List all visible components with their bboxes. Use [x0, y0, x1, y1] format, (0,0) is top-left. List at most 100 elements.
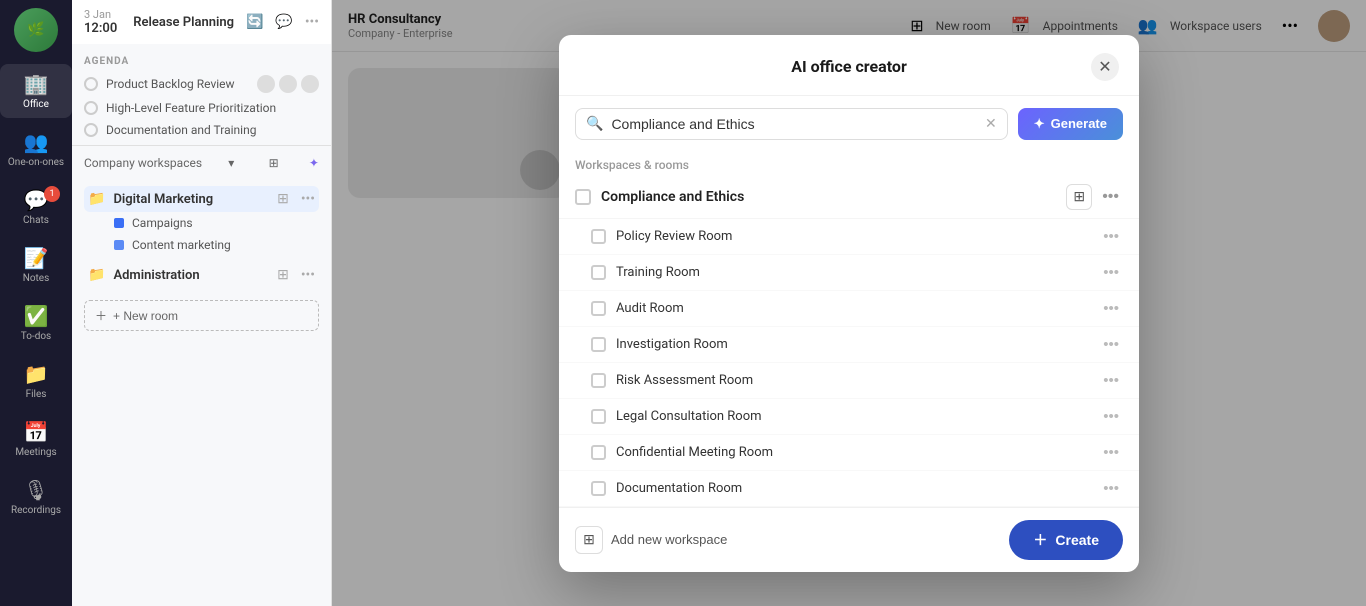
meeting-info: 3 Jan 12:00 Release Planning 🔄 💬 •••: [72, 0, 331, 44]
chat-icon[interactable]: 💬: [275, 14, 292, 30]
room-more-2[interactable]: •••: [1099, 298, 1123, 319]
create-button[interactable]: ＋ Create: [1009, 520, 1123, 560]
agenda-item-2: High-Level Feature Prioritization: [84, 97, 319, 119]
modal-ai-office-creator: AI office creator ✕ 🔍 ✕ ✦ Generate: [559, 35, 1139, 572]
sidebar-item-notes[interactable]: 📝 Notes: [0, 238, 72, 292]
room-label-content-marketing: Content marketing: [132, 238, 231, 252]
meetings-icon: 📅: [24, 420, 49, 444]
room-more-7[interactable]: •••: [1099, 478, 1123, 499]
workspace-item-digital-marketing[interactable]: 📁 Digital Marketing ⊞ •••: [84, 186, 319, 212]
room-more-3[interactable]: •••: [1099, 334, 1123, 355]
create-label: Create: [1055, 532, 1099, 548]
workspace-more-button[interactable]: •••: [1098, 186, 1123, 208]
workspace-item-administration[interactable]: 📁 Administration ⊞ •••: [84, 262, 319, 288]
agenda-item-3: Documentation and Training: [84, 119, 319, 141]
workspace-actions: ⊞ •••: [1066, 184, 1123, 210]
room-row-6: Confidential Meeting Room •••: [559, 435, 1139, 471]
room-name-4: Risk Assessment Room: [616, 373, 753, 388]
room-checkbox-7[interactable]: [591, 481, 606, 496]
sidebar-item-one-on-ones[interactable]: 👥 One-on-ones: [0, 122, 72, 176]
room-item-campaigns[interactable]: Campaigns: [84, 212, 319, 234]
meeting-time: 12:00: [84, 21, 117, 36]
search-input[interactable]: [611, 116, 977, 132]
workspace-header-label: Company workspaces: [84, 156, 202, 170]
workspace-more-icon[interactable]: •••: [301, 191, 315, 207]
modal-header: AI office creator ✕: [559, 35, 1139, 96]
sidebar-item-chats-label: Chats: [23, 215, 49, 226]
notes-icon: 📝: [24, 246, 49, 270]
add-room-icon[interactable]: ⊞: [277, 191, 289, 207]
new-room-plus-icon: ＋: [95, 307, 107, 324]
room-name-5: Legal Consultation Room: [616, 409, 762, 424]
folder-icon: 📁: [88, 191, 105, 207]
more-icon[interactable]: •••: [305, 14, 319, 30]
room-checkbox-2[interactable]: [591, 301, 606, 316]
close-icon: ✕: [1098, 57, 1111, 77]
modal-backdrop[interactable]: AI office creator ✕ 🔍 ✕ ✦ Generate: [332, 0, 1366, 606]
room-checkbox-6[interactable]: [591, 445, 606, 460]
sidebar-item-to-dos[interactable]: ✅ To-dos: [0, 296, 72, 350]
icon-sidebar: 🌿 🏢 Office 👥 One-on-ones 1 💬 Chats 📝 Not…: [0, 0, 72, 606]
agenda-item-2-label: High-Level Feature Prioritization: [106, 101, 276, 115]
room-checkbox-4[interactable]: [591, 373, 606, 388]
search-icon: 🔍: [586, 116, 603, 132]
room-more-4[interactable]: •••: [1099, 370, 1123, 391]
room-more-6[interactable]: •••: [1099, 442, 1123, 463]
sidebar-item-files-label: Files: [26, 389, 47, 400]
room-checkbox-0[interactable]: [591, 229, 606, 244]
new-room-button[interactable]: ＋ + New room: [84, 300, 319, 331]
sidebar-item-chats[interactable]: 1 💬 Chats: [0, 180, 72, 234]
sidebar-item-office[interactable]: 🏢 Office: [0, 64, 72, 118]
room-row-0: Policy Review Room •••: [559, 219, 1139, 255]
workspace-row-left: Compliance and Ethics: [575, 189, 744, 205]
recordings-icon: 🎙: [23, 478, 48, 502]
sidebar-item-recordings[interactable]: 🎙 Recordings: [0, 470, 72, 524]
workspace-label-digital-marketing: Digital Marketing: [113, 192, 269, 207]
room-checkbox-1[interactable]: [591, 265, 606, 280]
room-checkbox-5[interactable]: [591, 409, 606, 424]
room-row-3: Investigation Room •••: [559, 327, 1139, 363]
chats-badge: 1: [44, 186, 60, 202]
room-name-6: Confidential Meeting Room: [616, 445, 773, 460]
add-workspace-button[interactable]: ⊞ Add new workspace: [575, 526, 727, 554]
add-room-icon-admin[interactable]: ⊞: [277, 267, 289, 283]
agenda-section: AGENDA Product Backlog Review High-Level…: [72, 44, 331, 145]
sidebar-item-office-label: Office: [23, 99, 49, 110]
office-icon: 🏢: [24, 72, 49, 96]
sidebar-item-files[interactable]: 📁 Files: [0, 354, 72, 408]
room-more-0[interactable]: •••: [1099, 226, 1123, 247]
ai-icon[interactable]: ✦: [309, 156, 319, 170]
workspace-header: Company workspaces ▾ ⊞ ✦: [72, 145, 331, 180]
refresh-icon[interactable]: 🔄: [246, 14, 263, 30]
room-row-1: Training Room •••: [559, 255, 1139, 291]
workspace-checkbox[interactable]: [575, 189, 591, 205]
room-name-2: Audit Room: [616, 301, 684, 316]
workspace-dropdown-icon[interactable]: ▾: [228, 156, 234, 170]
workspace-name: Compliance and Ethics: [601, 189, 744, 205]
logo: 🌿: [14, 8, 58, 52]
add-workspace-icon-box: ⊞: [575, 526, 603, 554]
sidebar-item-one-on-ones-label: One-on-ones: [8, 157, 64, 168]
workspace-main-row: Compliance and Ethics ⊞ •••: [559, 176, 1139, 219]
search-clear-icon[interactable]: ✕: [985, 116, 997, 132]
room-more-1[interactable]: •••: [1099, 262, 1123, 283]
section-label: Workspaces & rooms: [559, 152, 1139, 176]
room-more-5[interactable]: •••: [1099, 406, 1123, 427]
new-room-label: + New room: [113, 309, 178, 323]
sidebar-item-to-dos-label: To-dos: [21, 331, 51, 342]
room-item-content-marketing[interactable]: Content marketing: [84, 234, 319, 256]
rooms-list: Policy Review Room ••• Training Room •••: [559, 219, 1139, 507]
agenda-item-3-label: Documentation and Training: [106, 123, 256, 137]
workspace-add-button[interactable]: ⊞: [1066, 184, 1092, 210]
room-checkbox-3[interactable]: [591, 337, 606, 352]
room-row-5: Legal Consultation Room •••: [559, 399, 1139, 435]
modal-close-button[interactable]: ✕: [1091, 53, 1119, 81]
workspace-more-icon-admin[interactable]: •••: [301, 267, 315, 283]
to-dos-icon: ✅: [24, 304, 49, 328]
sidebar-item-recordings-label: Recordings: [11, 505, 61, 516]
workspace-label-administration: Administration: [113, 268, 269, 283]
generate-button[interactable]: ✦ Generate: [1018, 108, 1123, 140]
sidebar-item-meetings[interactable]: 📅 Meetings: [0, 412, 72, 466]
modal-title: AI office creator: [607, 57, 1091, 76]
add-workspace-icon[interactable]: ⊞: [269, 156, 279, 170]
